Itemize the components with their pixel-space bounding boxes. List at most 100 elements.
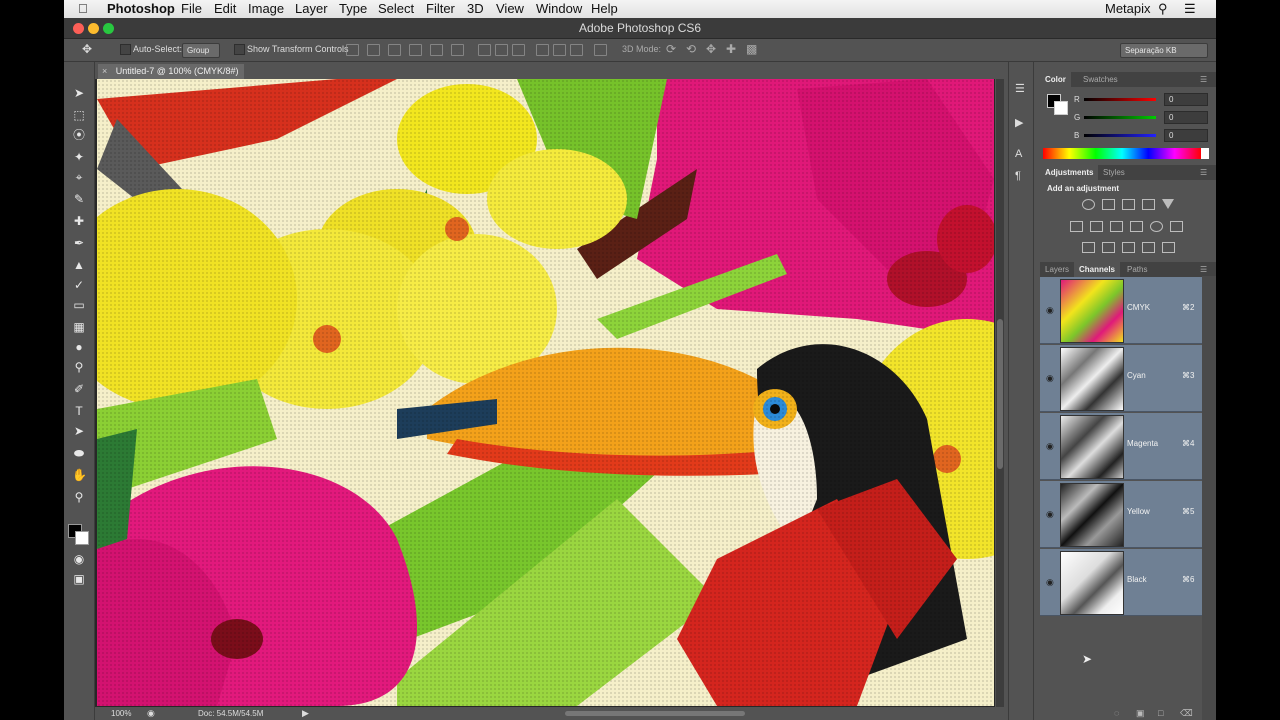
channel-row-black[interactable]: ◉ Black ⌘6 xyxy=(1040,549,1202,616)
horizontal-scroll-thumb[interactable] xyxy=(565,711,745,716)
align-right-icon[interactable] xyxy=(451,44,464,56)
align-vcenter-icon[interactable] xyxy=(367,44,380,56)
close-tab-icon[interactable]: × xyxy=(102,66,107,76)
image-canvas[interactable] xyxy=(97,79,994,706)
red-slider[interactable] xyxy=(1084,98,1156,101)
channel-row-magenta[interactable]: ◉ Magenta ⌘4 xyxy=(1040,413,1202,480)
color-balance-icon[interactable] xyxy=(1090,221,1103,232)
clone-stamp-tool-icon[interactable]: ▲ xyxy=(72,258,86,272)
brush-tool-icon[interactable]: ✒ xyxy=(72,236,86,250)
green-value-input[interactable]: 0 xyxy=(1164,111,1208,124)
panel-menu-icon[interactable]: ☰ xyxy=(1200,262,1207,277)
history-brush-tool-icon[interactable]: ✓ xyxy=(72,278,86,292)
distribute-top-icon[interactable] xyxy=(478,44,491,56)
quick-select-tool-icon[interactable]: ✦ xyxy=(72,150,86,164)
tab-swatches[interactable]: Swatches xyxy=(1078,72,1123,87)
3d-slide-icon[interactable]: ✚ xyxy=(726,42,736,56)
quick-mask-icon[interactable]: ◉ xyxy=(72,552,86,566)
menu-app-name[interactable]: Photoshop xyxy=(107,1,175,16)
auto-select-dropdown[interactable]: Group xyxy=(182,43,220,58)
menu-view[interactable]: View xyxy=(496,1,524,16)
gradient-tool-icon[interactable]: ▦ xyxy=(72,320,86,334)
auto-select-checkbox[interactable] xyxy=(120,44,131,55)
background-color-swatch[interactable] xyxy=(75,531,89,545)
distribute-vcenter-icon[interactable] xyxy=(495,44,508,56)
actions-panel-icon[interactable]: ▶ xyxy=(1015,116,1023,129)
tab-adjustments[interactable]: Adjustments xyxy=(1040,165,1099,180)
ellipse-tool-icon[interactable]: ⬬ xyxy=(72,446,86,460)
screen-mode-icon[interactable]: ▣ xyxy=(72,572,86,586)
lasso-tool-icon[interactable]: ⦿ xyxy=(72,128,86,142)
menu-help[interactable]: Help xyxy=(591,1,618,16)
document-tab[interactable]: × Untitled-7 @ 100% (CMYK/8#) xyxy=(98,64,244,79)
apple-icon[interactable]:  xyxy=(78,1,88,16)
color-spectrum-ramp[interactable] xyxy=(1043,148,1209,159)
channel-row-yellow[interactable]: ◉ Yellow ⌘5 xyxy=(1040,481,1202,548)
eraser-tool-icon[interactable]: ▭ xyxy=(72,298,86,312)
channel-row-cmyk[interactable]: ◉ CMYK ⌘2 xyxy=(1040,277,1202,344)
distribute-hcenter-icon[interactable] xyxy=(553,44,566,56)
selective-color-icon[interactable] xyxy=(1142,242,1155,253)
eyedropper-tool-icon[interactable]: ✎ xyxy=(72,192,86,206)
vertical-scrollbar[interactable] xyxy=(996,79,1004,707)
move-tool-icon[interactable]: ✥ xyxy=(82,42,92,56)
hand-tool-icon[interactable]: ✋ xyxy=(72,468,87,482)
channel-row-cyan[interactable]: ◉ Cyan ⌘3 xyxy=(1040,345,1202,412)
visibility-eye-icon[interactable]: ◉ xyxy=(1046,509,1054,520)
color-background-swatch[interactable] xyxy=(1054,101,1068,115)
path-selection-tool-icon[interactable]: ➤ xyxy=(72,424,86,438)
align-top-icon[interactable] xyxy=(346,44,359,56)
tab-layers[interactable]: Layers xyxy=(1040,262,1074,277)
photo-filter-icon[interactable] xyxy=(1130,221,1143,232)
hue-saturation-icon[interactable] xyxy=(1070,221,1083,232)
blur-tool-icon[interactable]: ● xyxy=(72,340,86,354)
crop-tool-icon[interactable]: ⌖ xyxy=(72,170,86,184)
posterize-icon[interactable] xyxy=(1102,242,1115,253)
history-panel-icon[interactable]: ☰ xyxy=(1015,82,1025,95)
blue-value-input[interactable]: 0 xyxy=(1164,129,1208,142)
save-selection-icon[interactable]: ▣ xyxy=(1136,708,1145,719)
zoom-window-button[interactable] xyxy=(103,23,114,34)
tab-channels[interactable]: Channels xyxy=(1074,262,1121,277)
green-slider[interactable] xyxy=(1084,116,1156,119)
close-window-button[interactable] xyxy=(73,23,84,34)
menu-edit[interactable]: Edit xyxy=(214,1,236,16)
paragraph-panel-icon[interactable]: ¶ xyxy=(1015,170,1021,182)
zoom-level[interactable]: 100% xyxy=(111,709,131,718)
panel-menu-icon[interactable]: ☰ xyxy=(1200,165,1207,180)
menu-file[interactable]: File xyxy=(181,1,202,16)
minimize-window-button[interactable] xyxy=(88,23,99,34)
visibility-eye-icon[interactable]: ◉ xyxy=(1046,373,1054,384)
menu-type[interactable]: Type xyxy=(339,1,367,16)
align-bottom-icon[interactable] xyxy=(388,44,401,56)
status-info-icon[interactable]: ◉ xyxy=(147,708,155,719)
tab-styles[interactable]: Styles xyxy=(1098,165,1130,180)
delete-channel-icon[interactable]: ⌫ xyxy=(1180,708,1193,719)
menu-window[interactable]: Window xyxy=(536,1,582,16)
menu-extra-label[interactable]: Metapix xyxy=(1105,1,1151,16)
red-value-input[interactable]: 0 xyxy=(1164,93,1208,106)
vibrance-icon[interactable] xyxy=(1162,199,1174,209)
menu-layer[interactable]: Layer xyxy=(295,1,328,16)
3d-rotate-icon[interactable]: ⟳ xyxy=(666,42,676,56)
brightness-contrast-icon[interactable] xyxy=(1082,199,1095,210)
pen-tool-icon[interactable]: ✐ xyxy=(72,382,86,396)
visibility-eye-icon[interactable]: ◉ xyxy=(1046,441,1054,452)
menu-image[interactable]: Image xyxy=(248,1,284,16)
type-tool-icon[interactable]: T xyxy=(72,404,86,418)
blue-slider[interactable] xyxy=(1084,134,1156,137)
auto-align-icon[interactable] xyxy=(594,44,607,56)
character-panel-icon[interactable]: A xyxy=(1015,148,1022,160)
levels-icon[interactable] xyxy=(1102,199,1115,210)
load-selection-icon[interactable]: ◌ xyxy=(1114,708,1119,718)
menu-3d[interactable]: 3D xyxy=(467,1,484,16)
3d-roll-icon[interactable]: ⟲ xyxy=(686,42,696,56)
tab-paths[interactable]: Paths xyxy=(1122,262,1152,277)
zoom-tool-icon[interactable]: ⚲ xyxy=(72,490,86,504)
3d-pan-icon[interactable]: ✥ xyxy=(706,42,716,56)
healing-brush-tool-icon[interactable]: ✚ xyxy=(72,214,86,228)
invert-icon[interactable] xyxy=(1082,242,1095,253)
color-lookup-icon[interactable] xyxy=(1170,221,1183,232)
distribute-bottom-icon[interactable] xyxy=(512,44,525,56)
align-left-icon[interactable] xyxy=(409,44,422,56)
